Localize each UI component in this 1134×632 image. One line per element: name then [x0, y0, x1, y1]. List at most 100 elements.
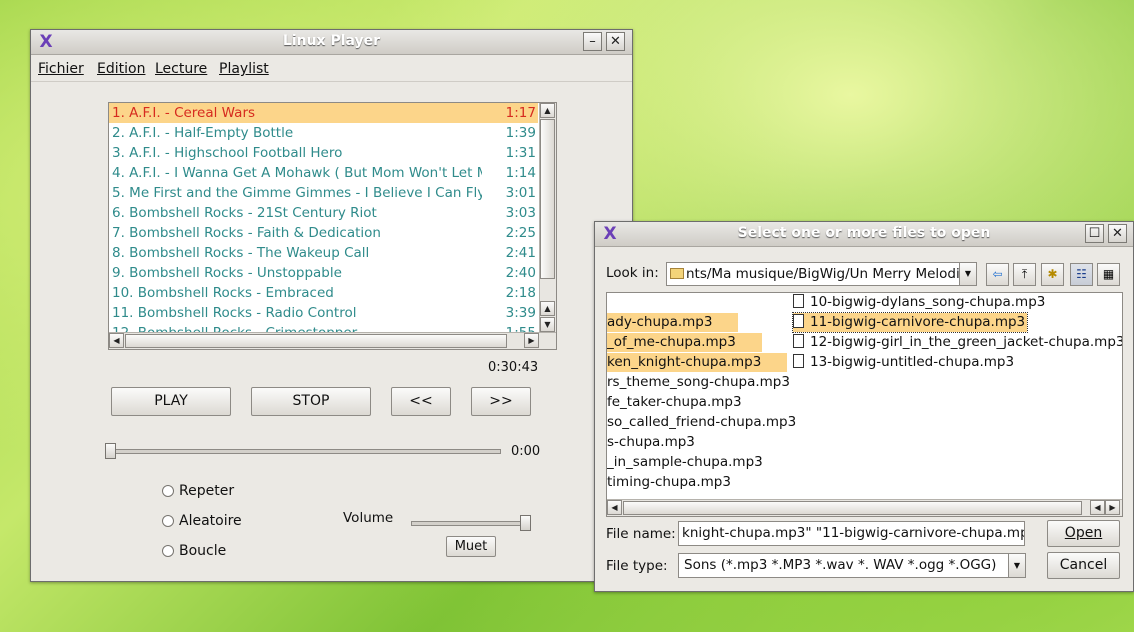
file-item-label: so_called_friend-chupa.mp3: [607, 414, 797, 430]
menu-playlist[interactable]: Playlist: [219, 61, 269, 77]
minimize-icon[interactable]: –: [583, 32, 602, 51]
scroll-right-icon[interactable]: ▶: [1105, 500, 1120, 515]
track-title: 11. Bombshell Rocks - Radio Control: [112, 305, 357, 321]
file-item-label: timing-chupa.mp3: [607, 474, 731, 490]
folder-icon: [670, 268, 684, 279]
new-folder-icon[interactable]: ✱: [1041, 263, 1064, 286]
playlist[interactable]: 1. A.F.I. - Cereal Wars 1:17 2. A.F.I. - H…: [108, 102, 557, 350]
playlist-row[interactable]: 8. Bombshell Rocks - The Wakeup Call 2:41: [109, 243, 538, 263]
combo-arrow-icon[interactable]: ▼: [1008, 554, 1025, 577]
repeat-radio[interactable]: [162, 485, 174, 497]
menu-edition[interactable]: Edition: [97, 61, 145, 77]
volume-track: [411, 521, 531, 526]
scroll-down-mid-icon[interactable]: ▲: [540, 301, 555, 316]
scroll-left-icon[interactable]: ◀: [109, 333, 124, 348]
file-item[interactable]: fe_taker-chupa.mp3: [607, 393, 768, 412]
playlist-row[interactable]: 10. Bombshell Rocks - Embraced 2:18: [109, 283, 538, 303]
track-title: 8. Bombshell Rocks - The Wakeup Call: [112, 245, 370, 261]
file-item[interactable]: 12-bigwig-girl_in_the_green_jacket-chupa…: [793, 333, 1122, 352]
file-dialog: X Select one or more files to open ☐ ✕ L…: [594, 221, 1134, 592]
scroll-up-icon[interactable]: ▲: [540, 103, 555, 118]
stop-button[interactable]: STOP: [251, 387, 371, 416]
list-view-icon[interactable]: ☷: [1070, 263, 1093, 286]
track-duration: 2:18: [505, 285, 536, 301]
playlist-row[interactable]: 9. Bombshell Rocks - Unstoppable 2:40: [109, 263, 538, 283]
playlist-vscrollbar[interactable]: ▲ ▲ ▼: [539, 103, 556, 333]
file-item[interactable]: timing-chupa.mp3: [607, 473, 757, 492]
volume-handle[interactable]: [520, 515, 531, 531]
mute-button[interactable]: Muet: [446, 536, 496, 557]
track-duration: 1:17: [505, 105, 536, 121]
file-item[interactable]: 10-bigwig-dylans_song-chupa.mp3: [793, 293, 1047, 312]
position-time: 0:00: [511, 444, 541, 459]
file-item[interactable]: _of_me-chupa.mp3: [607, 333, 762, 352]
track-duration: 2:40: [505, 265, 536, 281]
back-arrow-icon[interactable]: ⇦: [986, 263, 1009, 286]
file-name-value: knight-chupa.mp3" "11-bigwig-carnivore-c…: [682, 525, 1025, 541]
dialog-title: Select one or more files to open: [737, 225, 991, 241]
playlist-row[interactable]: 5. Me First and the Gimme Gimmes - I Bel…: [109, 183, 538, 203]
file-type-combo[interactable]: Sons (*.mp3 *.MP3 *.wav *. WAV *.ogg *.O…: [678, 553, 1026, 578]
file-item-label: fe_taker-chupa.mp3: [607, 394, 742, 410]
maximize-icon[interactable]: ☐: [1085, 224, 1104, 243]
file-item[interactable]: 13-bigwig-untitled-chupa.mp3: [793, 353, 1016, 372]
file-item-label: 13-bigwig-untitled-chupa.mp3: [810, 354, 1015, 370]
detail-view-icon[interactable]: ▦: [1097, 263, 1120, 286]
file-name-input[interactable]: knight-chupa.mp3" "11-bigwig-carnivore-c…: [678, 521, 1025, 546]
position-slider[interactable]: [105, 443, 501, 459]
hscroll-thumb[interactable]: [125, 334, 507, 348]
playlist-row[interactable]: 11. Bombshell Rocks - Radio Control 3:39: [109, 303, 538, 323]
shuffle-radio[interactable]: [162, 515, 174, 527]
playlist-row[interactable]: 2. A.F.I. - Half-Empty Bottle 1:39: [109, 123, 538, 143]
file-list-hscrollbar[interactable]: ◀ ◀ ▶: [607, 499, 1122, 516]
playlist-row[interactable]: 4. A.F.I. - I Wanna Get A Mohawk ( But M…: [109, 163, 538, 183]
volume-slider[interactable]: [411, 515, 531, 531]
playlist-row[interactable]: 7. Bombshell Rocks - Faith & Dedication 2…: [109, 223, 538, 243]
parent-folder-icon[interactable]: ⤒: [1013, 263, 1036, 286]
close-icon[interactable]: ✕: [1108, 224, 1127, 243]
prev-button[interactable]: <<: [391, 387, 451, 416]
playlist-row[interactable]: 1. A.F.I. - Cereal Wars 1:17: [109, 103, 538, 123]
menu-fichier[interactable]: Fichier: [38, 61, 84, 77]
file-item[interactable]: 11-bigwig-carnivore-chupa.mp3: [791, 312, 1029, 333]
file-item[interactable]: _in_sample-chupa.mp3: [607, 453, 789, 472]
file-item[interactable]: s-chupa.mp3: [607, 433, 721, 452]
file-item[interactable]: ady-chupa.mp3: [607, 313, 739, 332]
file-list[interactable]: ady-chupa.mp3 _of_me-chupa.mp3 ken_knight-…: [606, 292, 1123, 517]
dialog-titlebar[interactable]: X Select one or more files to open ☐ ✕: [595, 222, 1133, 247]
shuffle-label: Aleatoire: [179, 513, 242, 529]
next-button[interactable]: >>: [471, 387, 531, 416]
file-item-label: _in_sample-chupa.mp3: [607, 454, 763, 470]
scroll-left-right-icon[interactable]: ◀: [1090, 500, 1105, 515]
file-hscroll-thumb[interactable]: [623, 501, 1082, 515]
scroll-right-icon[interactable]: ▶: [524, 333, 539, 348]
file-icon: [793, 334, 804, 348]
track-title: 2. A.F.I. - Half-Empty Bottle: [112, 125, 294, 141]
file-item[interactable]: so_called_friend-chupa.mp3: [607, 413, 822, 432]
track-title: 4. A.F.I. - I Wanna Get A Mohawk ( But M…: [112, 165, 482, 181]
track-title: 10. Bombshell Rocks - Embraced: [112, 285, 334, 301]
scroll-left-icon[interactable]: ◀: [607, 500, 622, 515]
loop-label: Boucle: [179, 543, 227, 559]
file-item-label: 11-bigwig-carnivore-chupa.mp3: [810, 314, 1026, 330]
player-titlebar[interactable]: X Linux Player – ✕: [31, 30, 632, 55]
file-item[interactable]: rs_theme_song-chupa.mp3: [607, 373, 816, 392]
look-in-combo[interactable]: nts/Ma musique/BigWig/Un Merry Melodies …: [666, 262, 977, 286]
cancel-button[interactable]: Cancel: [1047, 552, 1120, 579]
play-button[interactable]: PLAY: [111, 387, 231, 416]
file-item[interactable]: ken_knight-chupa.mp3: [607, 353, 788, 372]
close-icon[interactable]: ✕: [606, 32, 625, 51]
playlist-row[interactable]: 3. A.F.I. - Highschool Football Hero 1:31: [109, 143, 538, 163]
menu-lecture[interactable]: Lecture: [155, 61, 207, 77]
playlist-hscrollbar[interactable]: ◀ ▶: [109, 332, 556, 349]
scroll-down-icon[interactable]: ▼: [540, 317, 555, 332]
scroll-thumb[interactable]: [540, 119, 555, 279]
combo-arrow-icon[interactable]: ▼: [959, 263, 976, 285]
position-handle[interactable]: [105, 443, 116, 459]
playlist-row[interactable]: 6. Bombshell Rocks - 21St Century Riot 3:…: [109, 203, 538, 223]
file-item-label: rs_theme_song-chupa.mp3: [607, 374, 790, 390]
open-button[interactable]: Open: [1047, 520, 1120, 547]
volume-label: Volume: [343, 510, 394, 526]
loop-radio[interactable]: [162, 545, 174, 557]
track-duration: 1:39: [505, 125, 536, 141]
